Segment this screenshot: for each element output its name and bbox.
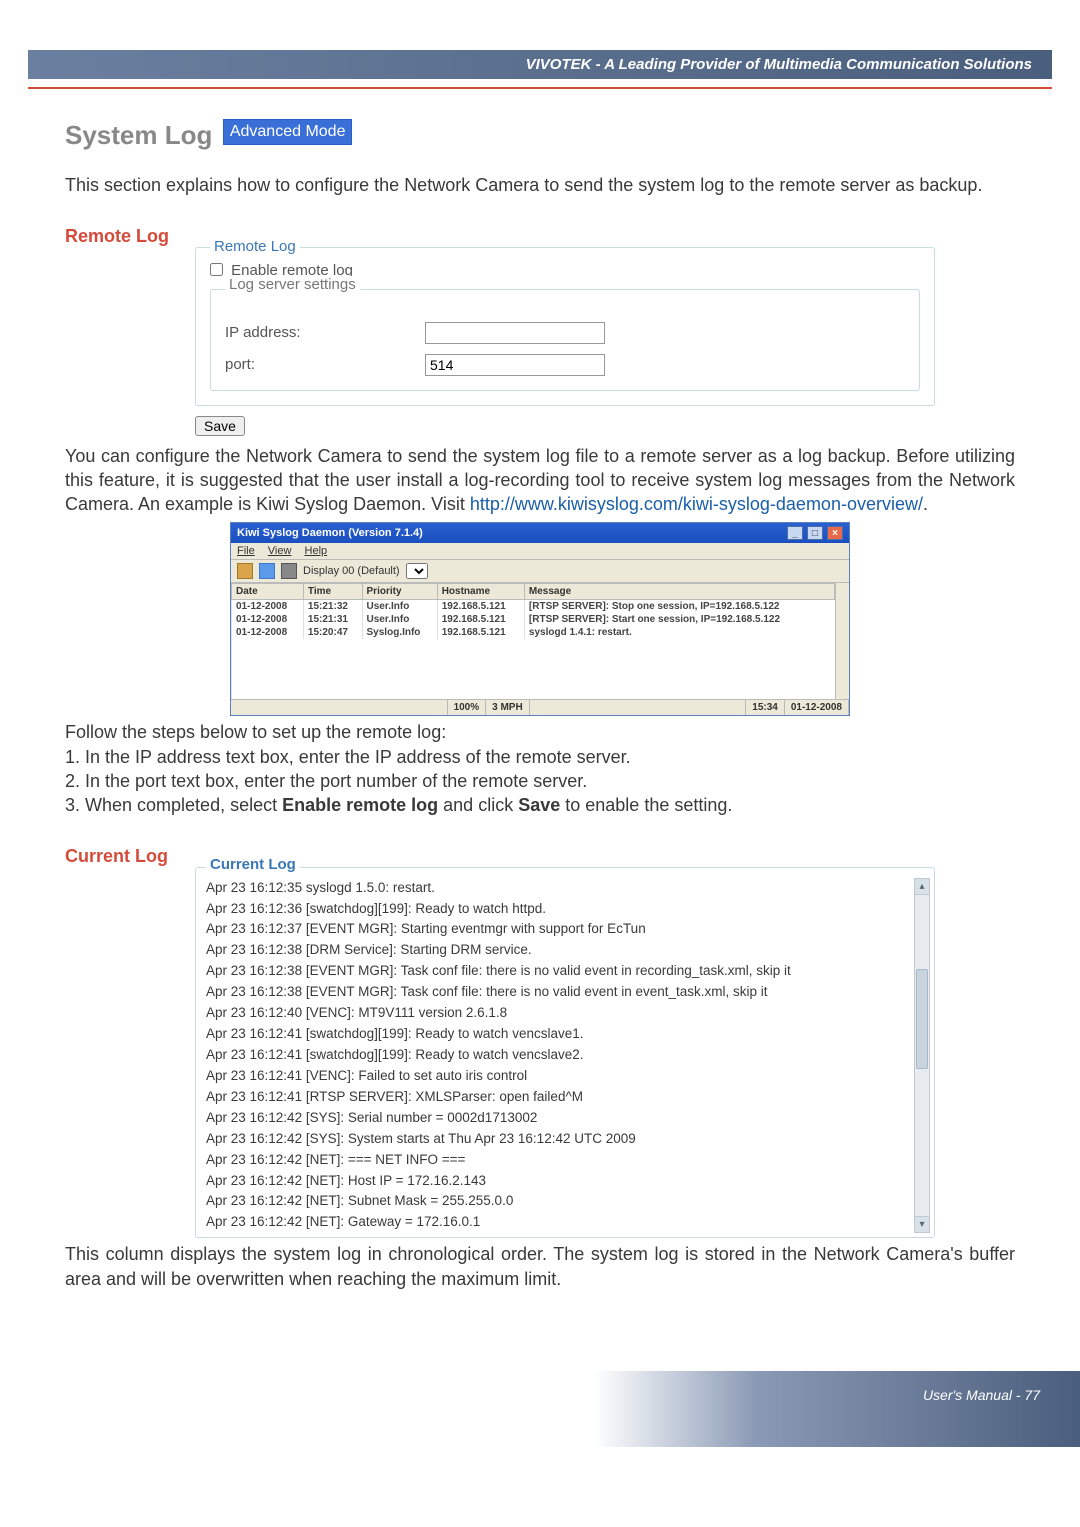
- current-log-legend: Current Log: [206, 856, 300, 873]
- kiwi-col-priority: Priority: [362, 584, 437, 600]
- kiwi-log-row: 01-12-200815:21:32User.Info192.168.5.121…: [232, 600, 835, 614]
- save-button[interactable]: Save: [195, 416, 245, 436]
- advanced-mode-badge: Advanced Mode: [223, 119, 353, 145]
- kiwi-menu-bar: File View Help: [231, 543, 849, 560]
- scroll-thumb[interactable]: [916, 969, 928, 1069]
- log-line: Apr 23 16:12:42 [NET]: Gateway = 172.16.…: [206, 1212, 908, 1233]
- step-1: 1. In the IP address text box, enter the…: [65, 745, 1015, 769]
- kiwi-toolbar: Display 00 (Default): [231, 560, 849, 583]
- remote-log-fieldset-legend: Remote Log: [210, 238, 300, 255]
- kiwi-col-message: Message: [524, 584, 834, 600]
- remote-log-heading: Remote Log: [65, 226, 1015, 247]
- kiwi-col-date: Date: [232, 584, 304, 600]
- minimize-icon[interactable]: _: [787, 526, 803, 540]
- log-line: Apr 23 16:12:42 [SYS]: Serial number = 0…: [206, 1108, 908, 1129]
- current-log-panel: Current Log Apr 23 16:12:35 syslogd 1.5.…: [195, 867, 935, 1239]
- log-line: Apr 23 16:12:41 [swatchdog][199]: Ready …: [206, 1045, 908, 1066]
- current-log-scrollbar[interactable]: ▴ ▾: [914, 878, 930, 1234]
- kiwi-log-row-blank: [232, 663, 835, 675]
- scroll-up-icon[interactable]: ▴: [915, 879, 929, 895]
- maximize-icon[interactable]: □: [807, 526, 823, 540]
- kiwi-toolbar-icon-2[interactable]: [259, 563, 275, 579]
- ip-address-label: IP address:: [225, 324, 425, 341]
- log-line: Apr 23 16:12:36 [swatchdog][199]: Ready …: [206, 899, 908, 920]
- steps-intro: Follow the steps below to set up the rem…: [65, 720, 1015, 744]
- step-2: 2. In the port text box, enter the port …: [65, 769, 1015, 793]
- log-line: Apr 23 16:12:41 [VENC]: Failed to set au…: [206, 1066, 908, 1087]
- kiwi-status-mph: 3 MPH: [486, 700, 530, 715]
- kiwi-log-row-blank: [232, 687, 835, 699]
- step-3: 3. When completed, select Enable remote …: [65, 793, 1015, 817]
- log-line: Apr 23 16:12:38 [DRM Service]: Starting …: [206, 940, 908, 961]
- kiwi-col-time: Time: [303, 584, 362, 600]
- kiwi-col-hostname: Hostname: [437, 584, 524, 600]
- kiwi-syslog-window: Kiwi Syslog Daemon (Version 7.1.4) _ □ ×…: [230, 522, 850, 716]
- kiwi-display-label: Display 00 (Default): [303, 565, 400, 577]
- footer-text: User's Manual - 77: [0, 1375, 1080, 1443]
- log-line: Apr 23 16:12:42 [NET]: Host IP = 172.16.…: [206, 1171, 908, 1192]
- kiwi-menu-view[interactable]: View: [268, 545, 292, 557]
- log-line: Apr 23 16:12:42 [SYS]: System starts at …: [206, 1129, 908, 1150]
- log-server-settings-legend: Log server settings: [225, 276, 360, 293]
- log-line: Apr 23 16:12:41 [swatchdog][199]: Ready …: [206, 1024, 908, 1045]
- enable-remote-log-checkbox[interactable]: [210, 263, 223, 276]
- kiwi-paragraph-suffix: .: [923, 494, 928, 514]
- kiwi-display-select[interactable]: [406, 563, 428, 579]
- log-line: Apr 23 16:12:42 [NET]: === NET INFO ===: [206, 1150, 908, 1171]
- close-icon[interactable]: ×: [827, 526, 843, 540]
- kiwi-log-table: Date Time Priority Hostname Message 01-1…: [231, 583, 835, 699]
- footer-bar: User's Manual - 77: [0, 1371, 1080, 1447]
- kiwi-log-row: 01-12-200815:20:47Syslog.Info192.168.5.1…: [232, 626, 835, 639]
- log-line: Apr 23 16:12:41 [RTSP SERVER]: XMLSParse…: [206, 1087, 908, 1108]
- kiwi-scrollbar[interactable]: [835, 583, 849, 699]
- kiwi-menu-help[interactable]: Help: [305, 545, 328, 557]
- closing-paragraph: This column displays the system log in c…: [65, 1242, 1015, 1291]
- kiwi-menu-file[interactable]: File: [237, 545, 255, 557]
- kiwi-window-buttons: _ □ ×: [786, 526, 843, 540]
- title-row: System Log Advanced Mode: [65, 119, 1015, 151]
- log-line: Apr 23 16:12:35 syslogd 1.5.0: restart.: [206, 878, 908, 899]
- log-line: Apr 23 16:12:42 [NET]: Subnet Mask = 255…: [206, 1191, 908, 1212]
- port-label: port:: [225, 356, 425, 373]
- kiwi-status-pct: 100%: [448, 700, 487, 715]
- header-divider: [28, 87, 1052, 89]
- ip-address-input[interactable]: [425, 322, 605, 344]
- kiwi-log-row: 01-12-200815:21:31User.Info192.168.5.121…: [232, 613, 835, 626]
- kiwi-window-title: Kiwi Syslog Daemon (Version 7.1.4): [237, 527, 423, 539]
- intro-paragraph: This section explains how to configure t…: [65, 173, 1015, 197]
- kiwi-log-row-blank: [232, 639, 835, 651]
- kiwi-status-time: 15:34: [746, 700, 785, 715]
- current-log-lines: Apr 23 16:12:35 syslogd 1.5.0: restart.A…: [206, 878, 908, 1234]
- log-line: Apr 23 16:12:40 [VENC]: MT9V111 version …: [206, 1003, 908, 1024]
- log-line: Apr 23 16:12:38 [EVENT MGR]: Task conf f…: [206, 982, 908, 1003]
- kiwi-log-row-blank: [232, 675, 835, 687]
- kiwi-paragraph: You can configure the Network Camera to …: [65, 444, 1015, 517]
- port-input[interactable]: [425, 354, 605, 376]
- kiwi-log-row-blank: [232, 651, 835, 663]
- kiwi-link[interactable]: http://www.kiwisyslog.com/kiwi-syslog-da…: [470, 494, 923, 514]
- page-title: System Log: [65, 120, 212, 151]
- log-line: Apr 23 16:12:38 [EVENT MGR]: Task conf f…: [206, 961, 908, 982]
- kiwi-toolbar-icon-3[interactable]: [281, 563, 297, 579]
- steps-block: Follow the steps below to set up the rem…: [65, 720, 1015, 817]
- kiwi-status-bar: 100% 3 MPH 15:34 01-12-2008: [231, 699, 849, 715]
- remote-log-form: Remote Log Enable remote log Log server …: [195, 247, 935, 406]
- kiwi-toolbar-icon-1[interactable]: [237, 563, 253, 579]
- doc-header-tagline: VIVOTEK - A Leading Provider of Multimed…: [28, 50, 1052, 79]
- scroll-down-icon[interactable]: ▾: [915, 1216, 929, 1232]
- log-line: Apr 23 16:12:37 [EVENT MGR]: Starting ev…: [206, 919, 908, 940]
- kiwi-status-date: 01-12-2008: [785, 700, 849, 715]
